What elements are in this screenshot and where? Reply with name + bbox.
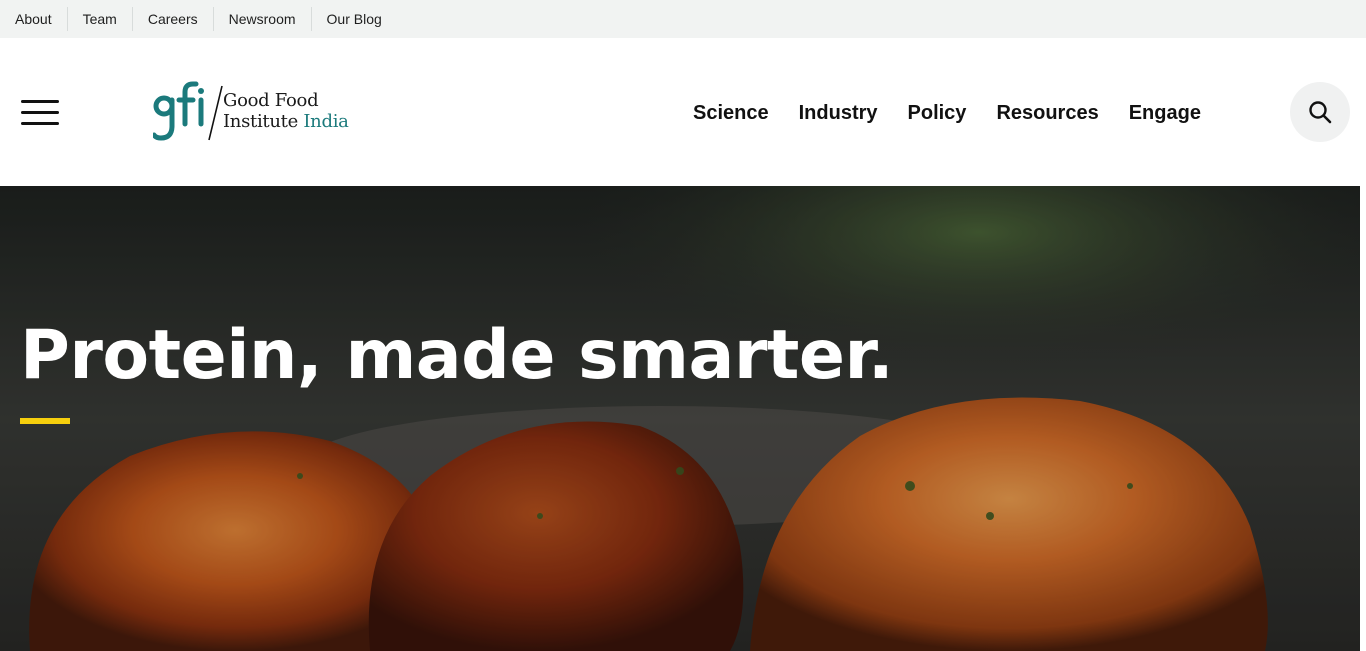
hero-title-underline: [20, 418, 70, 424]
utility-nav: About Team Careers Newsroom Our Blog: [0, 0, 1366, 38]
search-icon: [1309, 101, 1332, 124]
logo-line-2-main: Institute: [223, 111, 298, 132]
hero-section: Protein, made smarter.: [0, 186, 1360, 651]
utility-link-our-blog[interactable]: Our Blog: [312, 7, 397, 31]
nav-link-policy[interactable]: Policy: [908, 98, 967, 128]
hero-title: Protein, made smarter.: [20, 316, 894, 395]
hamburger-line: [21, 111, 59, 114]
nav-link-science[interactable]: Science: [693, 98, 769, 128]
utility-link-team[interactable]: Team: [68, 7, 133, 31]
site-header: Good Food Institute India Science Indust…: [0, 38, 1366, 186]
utility-link-about[interactable]: About: [0, 7, 68, 31]
nav-link-industry[interactable]: Industry: [799, 98, 878, 128]
page-edge: [1360, 186, 1366, 651]
site-logo[interactable]: Good Food Institute India: [153, 80, 363, 144]
logo-line-1: Good Food: [223, 90, 319, 111]
search-button[interactable]: [1290, 82, 1350, 142]
hamburger-line: [21, 122, 59, 125]
hero-background-image: [0, 186, 1360, 651]
utility-link-careers[interactable]: Careers: [133, 7, 214, 31]
logo-line-2-accent: India: [303, 111, 349, 132]
utility-link-newsroom[interactable]: Newsroom: [214, 7, 312, 31]
logo-line-2: Institute India: [223, 111, 349, 132]
logo-wordmark: Good Food Institute India: [223, 90, 349, 132]
main-nav: Science Industry Policy Resources Engage: [693, 98, 1201, 128]
hamburger-line: [21, 100, 59, 103]
nav-link-resources[interactable]: Resources: [996, 98, 1098, 128]
nav-link-engage[interactable]: Engage: [1129, 98, 1201, 128]
hamburger-menu-icon[interactable]: [21, 99, 59, 127]
